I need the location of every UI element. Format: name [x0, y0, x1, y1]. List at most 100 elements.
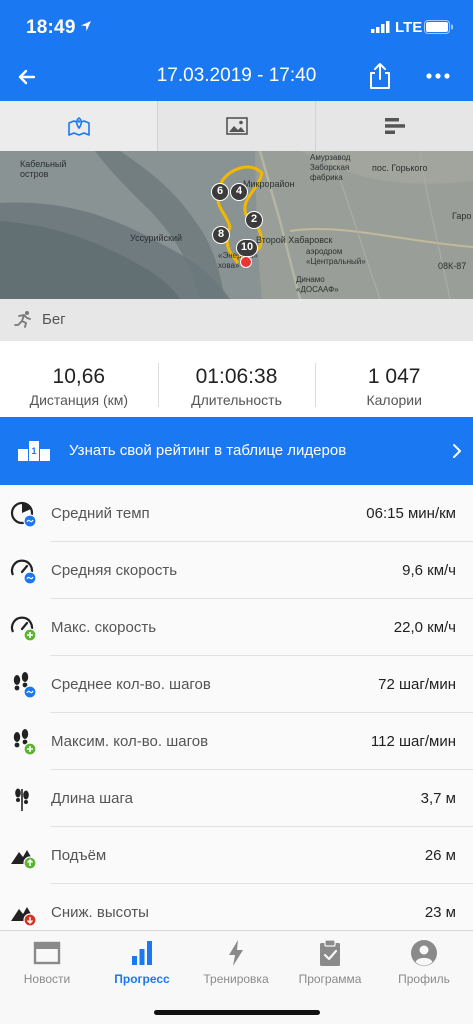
max-speed-icon: [10, 616, 37, 642]
more-options-icon[interactable]: [424, 61, 452, 91]
stats-list: Средний темп 06:15 мин/км Средняя скорос…: [0, 485, 473, 930]
stat-value: 22,0 км/ч: [393, 619, 456, 636]
location-arrow-icon: [81, 21, 91, 31]
route-marker: 6: [211, 183, 229, 201]
stride-icon: [15, 788, 29, 811]
stat-label: Максим. кол-во. шагов: [51, 733, 209, 750]
footsteps-icon: [13, 672, 37, 699]
activity-type-row: Бег: [0, 299, 473, 341]
nav-label: Прогресс: [114, 972, 170, 986]
chevron-right-icon: [453, 444, 461, 458]
tab-map[interactable]: [0, 101, 158, 151]
route-marker: 4: [230, 183, 248, 201]
map-label: 08К-87: [438, 261, 467, 271]
summary-label: Длительность: [191, 392, 282, 408]
route-map[interactable]: Кабельный остров Амурзавод Заборская фаб…: [0, 151, 473, 299]
app-header: 17.03.2019 - 17:40: [0, 56, 473, 101]
map-label: пос. Горького: [372, 163, 428, 173]
stat-row-avg-pace: Средний темп 06:15 мин/км: [0, 485, 473, 542]
map-label: аэродром «Центральный»: [306, 247, 366, 266]
signal-icon: [371, 21, 390, 33]
stat-label: Среднее кол-во. шагов: [51, 676, 211, 693]
leaderboard-banner[interactable]: 1 Узнать свой рейтинг в таблице лидеров: [0, 417, 473, 485]
stat-label: Подъём: [51, 847, 107, 864]
nav-news[interactable]: Новости: [0, 931, 94, 991]
nav-label: Тренировка: [203, 972, 269, 986]
summary-calories: 1 047 Калории: [315, 349, 473, 417]
bottom-nav: Новости Прогресс Тренировка Программа Пр…: [0, 930, 473, 1024]
view-tabs: [0, 101, 473, 151]
nav-program[interactable]: Программа: [283, 931, 377, 991]
bar-list-icon: [384, 118, 405, 134]
stat-row-avg-speed: Средняя скорость 9,6 км/ч: [0, 542, 473, 599]
network-type: LTE: [395, 19, 423, 36]
summary-value: 1 047: [367, 365, 421, 388]
nav-progress[interactable]: Прогресс: [95, 931, 189, 991]
stat-value: 9,6 км/ч: [402, 562, 456, 579]
summary-distance: 10,66 Дистанция (км): [0, 349, 158, 417]
stat-label: Средний темп: [51, 505, 150, 522]
end-location-marker: [240, 256, 252, 268]
max-footsteps-icon: [13, 729, 37, 756]
nav-training[interactable]: Тренировка: [189, 931, 283, 991]
activity-type-label: Бег: [42, 311, 66, 328]
map-label: Динамо «ДОСААФ»: [296, 275, 339, 294]
stat-value: 72 шаг/мин: [378, 676, 456, 693]
stat-label: Сниж. высоты: [51, 904, 149, 921]
clipboard-icon: [320, 939, 340, 966]
map-label: Кабельный остров: [20, 159, 67, 179]
running-icon: [14, 311, 31, 328]
stat-row-descent: Сниж. высоты 23 м: [0, 884, 473, 930]
route-marker: 8: [212, 226, 230, 244]
ascent-icon: [11, 850, 37, 870]
stat-value: 112 шаг/мин: [370, 733, 456, 750]
map-label: Микрорайон: [243, 179, 295, 189]
tab-splits[interactable]: [316, 101, 473, 151]
stat-value: 23 м: [424, 904, 456, 921]
summary-value: 01:06:38: [195, 365, 278, 388]
nav-label: Профиль: [398, 972, 450, 986]
pace-icon: [10, 501, 37, 528]
nav-profile[interactable]: Профиль: [377, 931, 471, 991]
summary-label: Калории: [366, 392, 422, 408]
nav-label: Программа: [298, 972, 362, 986]
lightning-icon: [229, 940, 243, 966]
battery-icon: [424, 20, 453, 34]
image-icon: [225, 117, 248, 135]
back-arrow-icon[interactable]: [12, 62, 42, 92]
share-icon[interactable]: [366, 61, 394, 91]
stat-label: Макс. скорость: [51, 619, 157, 636]
tab-photos[interactable]: [158, 101, 316, 151]
stat-row-max-cadence: Максим. кол-во. шагов 112 шаг/мин: [0, 713, 473, 770]
profile-icon: [411, 940, 437, 966]
map-label: Амурзавод Заборская фабрика: [310, 153, 351, 182]
nav-label: Новости: [23, 972, 71, 986]
workout-summary: 10,66 Дистанция (км) 01:06:38 Длительнос…: [0, 349, 473, 417]
map-background: [0, 151, 473, 299]
stat-value: 26 м: [424, 847, 456, 864]
descent-icon: [11, 907, 37, 927]
workout-date-title: 17.03.2019 - 17:40: [156, 65, 317, 86]
map-icon: [67, 117, 90, 136]
svg-text:1: 1: [31, 446, 36, 456]
summary-duration: 01:06:38 Длительность: [157, 349, 316, 417]
status-bar: 18:49 LTE: [0, 0, 473, 56]
summary-value: 10,66: [52, 365, 106, 388]
map-label: Уссурийский: [130, 233, 183, 243]
stat-label: Длина шага: [51, 790, 133, 807]
stat-value: 3,7 м: [420, 790, 456, 807]
stat-row-ascent: Подъём 26 м: [0, 827, 473, 884]
summary-label: Дистанция (км): [29, 392, 129, 408]
home-indicator[interactable]: [154, 1010, 320, 1015]
stat-row-avg-cadence: Среднее кол-во. шагов 72 шаг/мин: [0, 656, 473, 713]
map-label: Второй Хабаровск: [256, 235, 333, 245]
stat-row-stride-length: Длина шага 3,7 м: [0, 770, 473, 827]
route-marker: 10: [236, 239, 258, 257]
route-marker: 2: [245, 211, 263, 229]
stat-row-max-speed: Макс. скорость 22,0 км/ч: [0, 599, 473, 656]
stat-label: Средняя скорость: [51, 562, 178, 579]
speedometer-icon: [10, 559, 37, 585]
stat-value: 06:15 мин/км: [366, 505, 456, 522]
status-time: 18:49: [26, 17, 76, 38]
progress-icon: [132, 941, 152, 965]
